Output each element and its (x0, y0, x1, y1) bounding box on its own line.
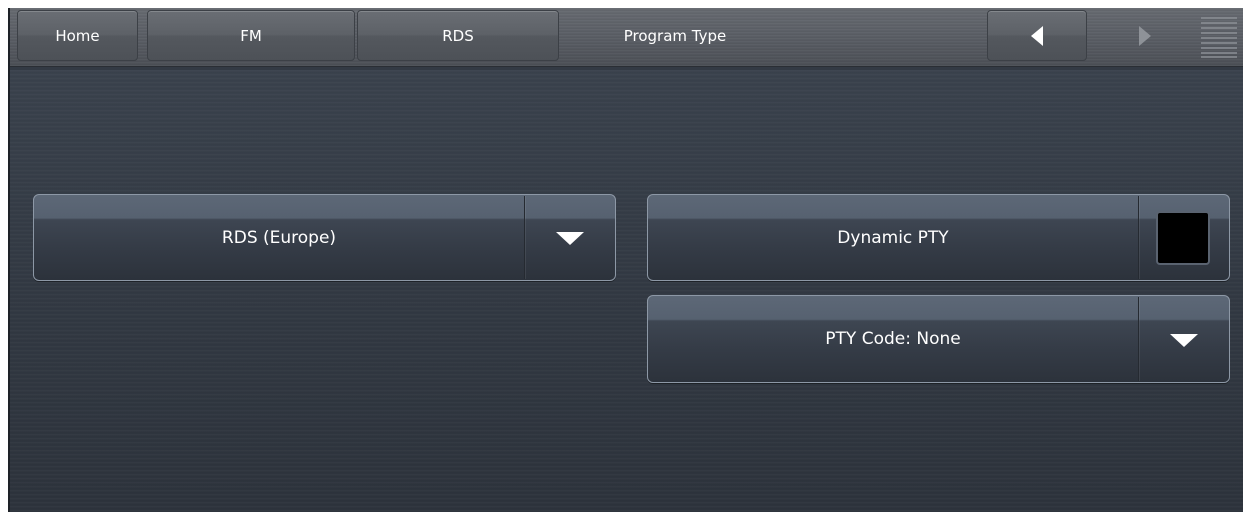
dynamic-pty-label: Dynamic PTY (837, 227, 949, 248)
rds-button[interactable]: RDS (357, 10, 559, 61)
top-nav-bar: Home FM RDS Program Type (10, 8, 1243, 67)
toggle-divider (1138, 196, 1139, 279)
rds-button-label: RDS (442, 26, 474, 45)
home-button[interactable]: Home (17, 10, 138, 61)
page-title: Program Type (623, 26, 727, 45)
dynamic-pty-toggle[interactable]: Dynamic PTY (647, 194, 1230, 281)
forward-button[interactable] (1095, 10, 1195, 61)
home-button-label: Home (55, 26, 100, 45)
menu-lines-icon[interactable] (1201, 16, 1237, 58)
rds-mode-label: RDS (Europe) (221, 227, 337, 248)
fm-button-label: FM (240, 26, 262, 45)
pty-code-dropdown[interactable]: PTY Code: None (647, 295, 1230, 383)
dynamic-pty-checkbox[interactable] (1156, 211, 1210, 265)
back-button[interactable] (987, 10, 1087, 61)
rds-mode-dropdown[interactable]: RDS (Europe) (33, 194, 616, 281)
main-panel: RDS (Europe) Dynamic PTY PTY Code: None (10, 70, 1243, 512)
chevron-down-icon (1170, 334, 1198, 347)
app-window: Home FM RDS Program Type RDS (Europe) Dy… (8, 8, 1243, 512)
dropdown-divider (524, 196, 525, 279)
chevron-down-icon (556, 232, 584, 245)
pty-code-label: PTY Code: None (825, 329, 961, 349)
fm-button[interactable]: FM (147, 10, 355, 61)
triangle-left-icon (1031, 25, 1043, 46)
dropdown-divider (1138, 297, 1139, 381)
triangle-right-icon (1139, 25, 1151, 46)
